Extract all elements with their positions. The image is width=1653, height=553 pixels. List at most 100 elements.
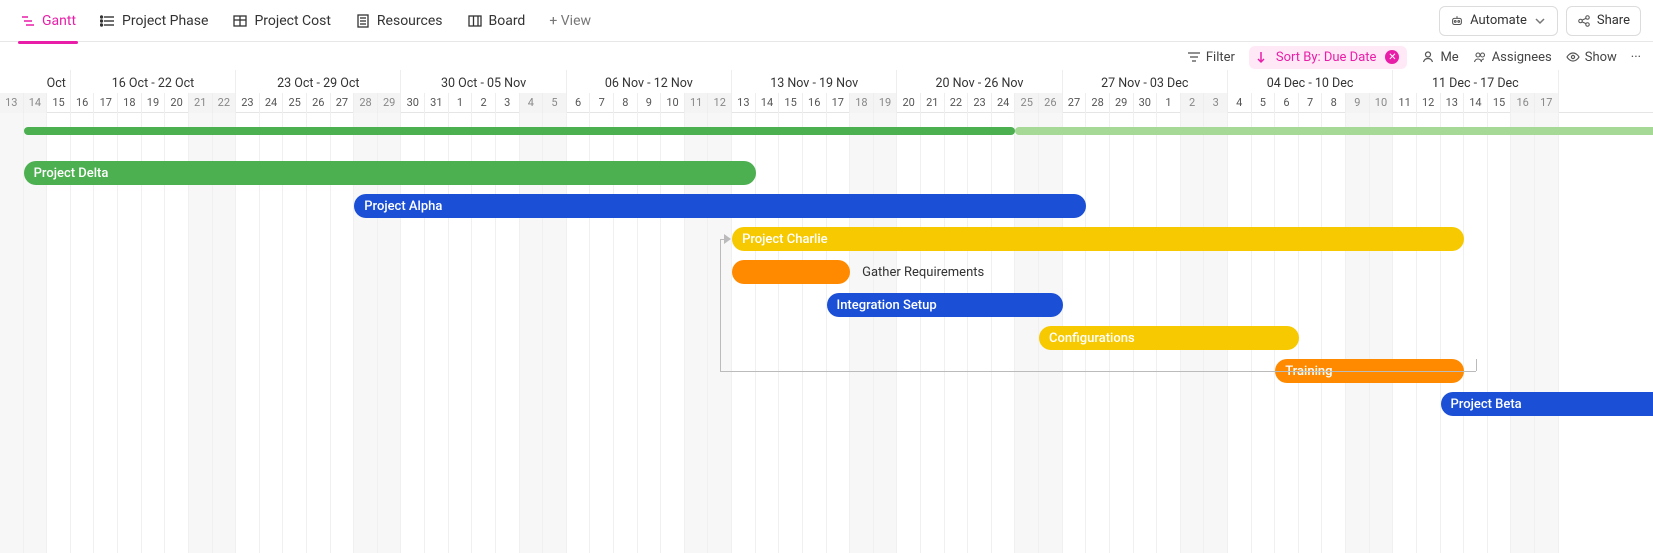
tab-project-phase[interactable]: Project Phase [92, 7, 216, 35]
day-header-cell: 6 [1275, 93, 1299, 113]
tab-resources[interactable]: Resources [347, 7, 451, 35]
grid-column [756, 113, 780, 553]
tab-gantt[interactable]: Gantt [12, 7, 84, 35]
filter-button[interactable]: Filter [1187, 50, 1235, 65]
day-header-cell: 20 [897, 93, 921, 113]
list-icon [100, 13, 116, 29]
day-header-cell: 27 [331, 93, 355, 113]
dependency-line [720, 239, 721, 371]
add-view-label: + View [549, 13, 591, 29]
day-header-cell: 4 [520, 93, 544, 113]
day-header-cell: 16 [71, 93, 95, 113]
grid-column [1346, 113, 1370, 553]
tab-project-cost[interactable]: Project Cost [224, 7, 338, 35]
assignees-label: Assignees [1492, 50, 1552, 65]
day-header-cell: 30 [401, 93, 425, 113]
day-header-cell: 7 [1299, 93, 1323, 113]
grid-column [827, 113, 851, 553]
day-header-cell: 25 [283, 93, 307, 113]
gantt-bar-gather[interactable] [732, 260, 850, 284]
grid-column [1488, 113, 1512, 553]
day-header-cell: 24 [260, 93, 284, 113]
week-header: 13 Nov - 19 Nov [732, 70, 897, 93]
filter-toolbar: Filter Sort By: Due Date ✕ Me Assignees … [0, 42, 1653, 70]
me-toggle[interactable]: Me [1421, 50, 1458, 65]
week-header-row: Oct16 Oct - 22 Oct23 Oct - 29 Oct30 Oct … [0, 70, 1653, 93]
gantt-bar-integration[interactable]: Integration Setup [827, 293, 1063, 317]
tab-label: Board [489, 13, 526, 29]
day-header-cell: 5 [543, 93, 567, 113]
gantt-bar-config[interactable]: Configurations [1039, 326, 1299, 350]
day-header-cell: 6 [567, 93, 591, 113]
day-header-cell: 25 [1015, 93, 1039, 113]
add-view-button[interactable]: + View [541, 7, 599, 35]
grid-column [1511, 113, 1535, 553]
gantt-chart: Oct16 Oct - 22 Oct23 Oct - 29 Oct30 Oct … [0, 70, 1653, 553]
show-button[interactable]: Show [1566, 50, 1617, 65]
day-header-cell: 13 [0, 93, 24, 113]
grid-column [1535, 113, 1559, 553]
day-header-cell: 12 [708, 93, 732, 113]
day-header-cell: 19 [874, 93, 898, 113]
share-button[interactable]: Share [1566, 6, 1641, 36]
grid-column [779, 113, 803, 553]
dependency-arrow-icon [724, 234, 731, 244]
day-header-cell: 17 [827, 93, 851, 113]
overview-progress[interactable] [24, 127, 1016, 135]
board-icon [467, 13, 483, 29]
day-header-cell: 26 [307, 93, 331, 113]
day-header-cell: 3 [1204, 93, 1228, 113]
clear-sort-icon[interactable]: ✕ [1385, 50, 1399, 64]
show-label: Show [1585, 50, 1617, 65]
day-header-cell: 16 [1511, 93, 1535, 113]
day-header-cell: 8 [1322, 93, 1346, 113]
day-header-cell: 16 [803, 93, 827, 113]
table-icon [232, 13, 248, 29]
automate-button[interactable]: Automate [1439, 6, 1558, 36]
me-label: Me [1440, 50, 1458, 65]
view-tabs-toolbar: Gantt Project Phase Project Cost Resourc… [0, 0, 1653, 42]
overview-remaining[interactable] [1015, 127, 1653, 135]
day-header-cell: 17 [1535, 93, 1559, 113]
more-button[interactable]: ··· [1631, 50, 1641, 65]
gantt-body[interactable]: Project Delta Project Alpha Project Charli… [0, 113, 1653, 553]
day-header-cell: 19 [142, 93, 166, 113]
grid-column [992, 113, 1016, 553]
grid-column [1464, 113, 1488, 553]
day-header-cell: 14 [756, 93, 780, 113]
dependency-line [720, 239, 724, 240]
tab-board[interactable]: Board [459, 7, 534, 35]
day-header-cell: 10 [1370, 93, 1394, 113]
gantt-bar-delta[interactable]: Project Delta [24, 161, 756, 185]
week-header: 16 Oct - 22 Oct [71, 70, 236, 93]
week-header: 04 Dec - 10 Dec [1228, 70, 1393, 93]
day-header-cell: 24 [992, 93, 1016, 113]
dependency-line [720, 371, 1476, 372]
chevron-down-icon [1533, 14, 1547, 28]
gantt-bar-charlie[interactable]: Project Charlie [732, 227, 1464, 251]
day-header-cell: 10 [661, 93, 685, 113]
people-icon [1473, 50, 1487, 64]
day-header-cell: 23 [968, 93, 992, 113]
gantt-bar-beta[interactable]: Project Beta [1441, 392, 1653, 416]
day-header-cell: 23 [236, 93, 260, 113]
sort-pill[interactable]: Sort By: Due Date ✕ [1249, 46, 1408, 69]
grid-column [897, 113, 921, 553]
tab-label: Project Phase [122, 13, 208, 29]
gantt-bar-alpha[interactable]: Project Alpha [354, 194, 1086, 218]
grid-column [1441, 113, 1465, 553]
grid-column [803, 113, 827, 553]
day-header-cell: 4 [1228, 93, 1252, 113]
assignees-button[interactable]: Assignees [1473, 50, 1552, 65]
day-header-cell: 30 [1134, 93, 1158, 113]
grid-column [945, 113, 969, 553]
day-header-cell: 11 [1393, 93, 1417, 113]
sort-label: Sort By: Due Date [1276, 50, 1377, 65]
sort-icon [1257, 50, 1271, 64]
grid-column [0, 113, 24, 553]
filter-icon [1187, 50, 1201, 64]
grid-column [1322, 113, 1346, 553]
day-header-cell: 8 [614, 93, 638, 113]
grid-column [874, 113, 898, 553]
week-header: 11 Dec - 17 Dec [1393, 70, 1558, 93]
